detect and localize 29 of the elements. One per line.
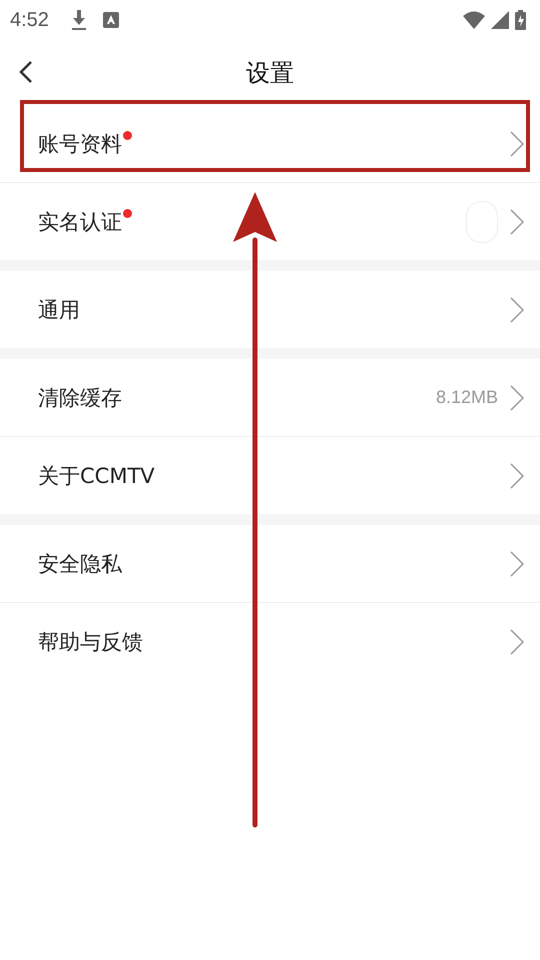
text-app-icon	[102, 12, 119, 28]
battery-icon	[515, 10, 526, 30]
chevron-icon	[510, 208, 524, 234]
row-label: 安全隐私	[38, 550, 122, 578]
back-icon[interactable]	[18, 60, 34, 84]
chevron-icon	[510, 462, 524, 488]
status-time: 4:52	[10, 8, 49, 32]
settings-row[interactable]: 清除缓存 8.12MB	[0, 359, 540, 436]
chevron-icon	[510, 296, 524, 322]
settings-row[interactable]: 帮助与反馈	[0, 602, 540, 680]
row-label: 账号资料	[38, 130, 122, 158]
chevron-icon	[510, 130, 524, 156]
chevron-icon	[510, 384, 524, 410]
wifi-icon	[463, 11, 485, 29]
settings-row[interactable]: 安全隐私	[0, 525, 540, 602]
settings-row[interactable]: 账号资料	[0, 105, 540, 182]
download-icon	[70, 10, 87, 30]
settings-row[interactable]: 关于CCMTV	[0, 436, 540, 514]
chevron-icon	[510, 550, 524, 576]
row-label: 帮助与反馈	[38, 628, 143, 656]
cache-size: 8.12MB	[436, 387, 498, 408]
settings-row[interactable]: 通用	[0, 271, 540, 348]
row-label: 关于CCMTV	[38, 462, 155, 490]
row-label: 清除缓存	[38, 384, 122, 412]
page-title: 设置	[246, 58, 294, 88]
row-label: 实名认证	[38, 208, 122, 236]
signal-icon	[491, 11, 509, 29]
row-label: 通用	[38, 296, 80, 324]
chevron-icon	[510, 628, 524, 654]
